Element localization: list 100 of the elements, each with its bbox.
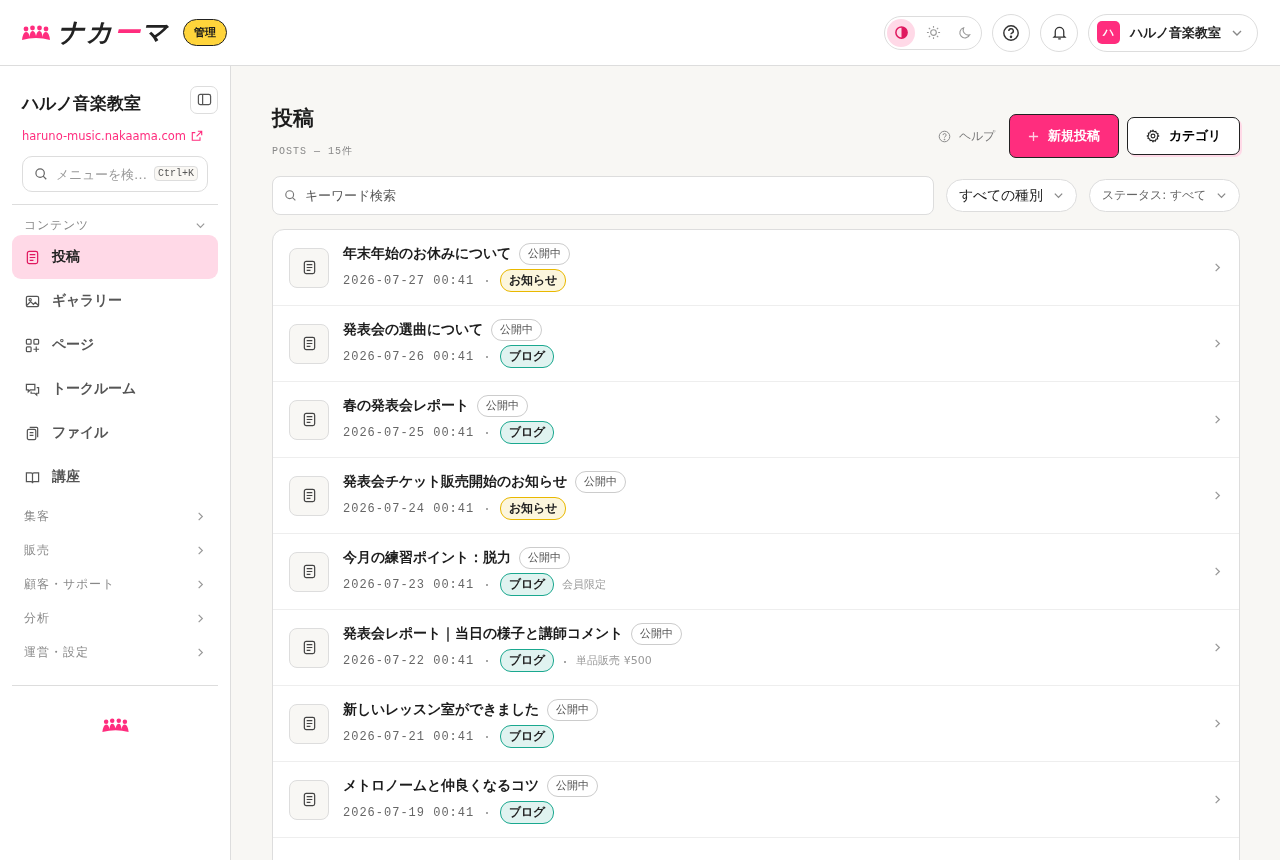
help-link[interactable]: ヘルプ bbox=[959, 127, 995, 145]
contrast-mode-button[interactable] bbox=[887, 18, 915, 47]
image-icon bbox=[25, 293, 40, 309]
document-icon bbox=[289, 627, 329, 668]
post-date: 2026-07-19 00:41 bbox=[343, 805, 475, 820]
search-icon bbox=[284, 189, 297, 202]
chevron-right-icon bbox=[1212, 338, 1223, 349]
grid-plus-icon bbox=[25, 337, 40, 353]
keyword-search-field[interactable]: キーワード検索 bbox=[272, 176, 935, 215]
chevron-right-icon bbox=[195, 646, 206, 658]
post-title: メトロノームと仲良くなるコツ bbox=[343, 777, 539, 795]
category-tag: お知らせ bbox=[500, 497, 567, 520]
post-note: 単品販売 ¥500 bbox=[562, 653, 652, 668]
chevron-right-icon bbox=[1212, 642, 1223, 653]
site-title: ハルノ音楽教室 bbox=[22, 92, 141, 115]
nav-section-toggle[interactable]: コンテンツ bbox=[12, 215, 218, 235]
new-post-button[interactable]: 新規投稿 bbox=[1009, 114, 1119, 158]
post-row[interactable]: メトロノームと仲良くなるコツ 公開中 2026-07-19 00:41 ブログ bbox=[273, 762, 1239, 838]
nav-item[interactable]: 講座 bbox=[12, 455, 218, 499]
filter-dropdown[interactable]: ステータス: すべて bbox=[1089, 179, 1240, 212]
post-title: 発表会チケット販売開始のお知らせ bbox=[343, 473, 567, 491]
nav-item[interactable]: トークルーム bbox=[12, 367, 218, 411]
category-tag: ブログ bbox=[500, 421, 555, 444]
chevron-down-icon bbox=[1053, 190, 1065, 201]
chevron-right-icon bbox=[1212, 490, 1223, 501]
post-date: 2026-07-23 00:41 bbox=[343, 577, 475, 592]
chevron-right-icon bbox=[1212, 414, 1223, 425]
post-note: 会員限定 bbox=[562, 577, 607, 592]
nav-item[interactable]: ファイル bbox=[12, 411, 218, 455]
post-row[interactable]: 発表会レポート｜当日の様子と講師コメント 公開中 2026-07-22 00:41 ブログ 単品販売 ¥500 bbox=[273, 610, 1239, 686]
post-title: 発表会レポート｜当日の様子と講師コメント bbox=[343, 625, 623, 643]
nav-item[interactable]: ページ bbox=[12, 323, 218, 367]
help-button[interactable] bbox=[992, 13, 1030, 52]
sun-icon bbox=[925, 25, 941, 40]
document-icon bbox=[289, 247, 329, 288]
document-icon bbox=[289, 551, 329, 592]
settings-icon bbox=[1146, 129, 1160, 143]
chevron-right-icon bbox=[1212, 262, 1223, 273]
category-tag: ブログ bbox=[500, 345, 555, 368]
post-date: 2026-07-22 00:41 bbox=[343, 653, 475, 668]
post-row[interactable]: 春の発表会レポート 公開中 2026-07-25 00:41 ブログ bbox=[273, 382, 1239, 458]
post-row[interactable]: 発表会チケット販売開始のお知らせ 公開中 2026-07-24 00:41 お知らせ bbox=[273, 458, 1239, 534]
help-icon bbox=[938, 129, 951, 143]
post-date: 2026-07-26 00:41 bbox=[343, 349, 475, 364]
files-icon bbox=[25, 425, 40, 441]
chevron-right-icon bbox=[1212, 566, 1223, 577]
category-tag: お知らせ bbox=[500, 269, 567, 292]
external-link-icon bbox=[191, 130, 204, 142]
post-title: 今月の練習ポイント：脱力 bbox=[343, 549, 511, 567]
chevron-right-icon bbox=[195, 612, 206, 624]
nav-section-toggle[interactable]: 分析 bbox=[12, 601, 218, 635]
category-tag: ブログ bbox=[500, 649, 555, 672]
bell-icon bbox=[1050, 24, 1068, 41]
site-link[interactable]: haruno-music.nakaama.com bbox=[22, 129, 187, 143]
category-button[interactable]: カテゴリ bbox=[1127, 117, 1240, 155]
nav-item[interactable]: 投稿 bbox=[12, 235, 218, 279]
document-icon bbox=[289, 475, 329, 516]
post-row[interactable]: 今月の練習ポイント：脱力 公開中 2026-07-23 00:41 ブログ 会員限定 bbox=[273, 534, 1239, 610]
post-row[interactable]: 年末年始のお休みについて 公開中 2026-07-27 00:41 お知らせ bbox=[273, 230, 1239, 306]
category-tag: ブログ bbox=[500, 801, 555, 824]
chevron-right-icon bbox=[195, 578, 206, 590]
nav-section-toggle[interactable]: 集客 bbox=[12, 499, 218, 533]
account-avatar: ハ bbox=[1097, 21, 1120, 44]
post-title: 春の発表会レポート bbox=[343, 397, 469, 415]
document-icon bbox=[289, 323, 329, 364]
nav-item[interactable]: ギャラリー bbox=[12, 279, 218, 323]
page-title: 投稿 bbox=[272, 105, 315, 132]
admin-badge: 管理 bbox=[183, 19, 227, 46]
help-icon bbox=[1002, 23, 1020, 42]
moon-icon bbox=[957, 25, 973, 40]
filter-dropdown[interactable]: すべての種別 bbox=[946, 179, 1078, 212]
shortcut-key: Ctrl+K bbox=[154, 166, 198, 181]
plus-icon bbox=[1028, 130, 1039, 142]
document-icon bbox=[289, 399, 329, 440]
half-circle-icon bbox=[893, 25, 909, 40]
document-icon bbox=[289, 779, 329, 820]
post-date: 2026-07-21 00:41 bbox=[343, 729, 475, 744]
post-row[interactable]: 発表会の選曲について 公開中 2026-07-26 00:41 ブログ bbox=[273, 306, 1239, 382]
sidebar-panel-icon bbox=[196, 92, 212, 107]
category-tag: ブログ bbox=[500, 725, 555, 748]
post-title: 年末年始のお休みについて bbox=[343, 245, 511, 263]
post-date: 2026-07-25 00:41 bbox=[343, 425, 475, 440]
chevron-right-icon bbox=[195, 510, 206, 522]
book-icon bbox=[25, 469, 40, 485]
sidebar-toggle-button[interactable] bbox=[190, 85, 218, 114]
search-icon bbox=[34, 167, 48, 181]
nav-section-toggle[interactable]: 顧客・サポート bbox=[12, 567, 218, 601]
nav-section-toggle[interactable]: 販売 bbox=[12, 533, 218, 567]
category-tag: ブログ bbox=[500, 573, 555, 596]
document-icon bbox=[25, 249, 40, 265]
chevron-down-icon bbox=[1216, 190, 1227, 201]
nav-section-toggle[interactable]: 運営・設定 bbox=[12, 635, 218, 669]
people-logo-icon bbox=[22, 24, 50, 41]
people-logo-icon bbox=[101, 718, 129, 733]
logo-text: ナカ ーマ bbox=[58, 16, 169, 49]
chevron-right-icon bbox=[1212, 718, 1223, 729]
chevron-right-icon bbox=[1212, 794, 1223, 805]
notification-button[interactable] bbox=[1040, 13, 1078, 52]
account-menu-button[interactable]: ハ ハルノ音楽教室 bbox=[1088, 13, 1258, 52]
post-row[interactable]: 新しいレッスン室ができました 公開中 2026-07-21 00:41 ブログ bbox=[273, 686, 1239, 762]
